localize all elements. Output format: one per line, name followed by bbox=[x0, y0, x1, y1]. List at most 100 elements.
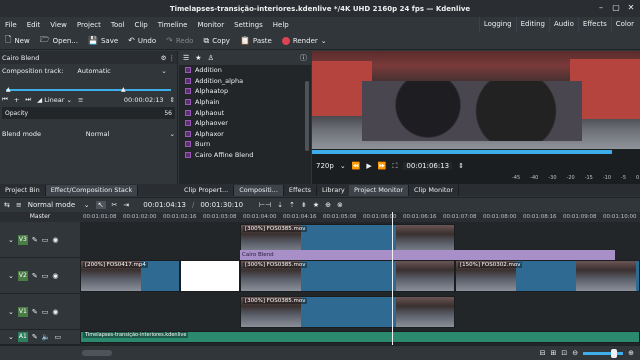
menu-help[interactable]: Help bbox=[268, 21, 294, 29]
keyframe-timecode[interactable]: 00:00:02:13 bbox=[124, 96, 164, 104]
audio-clip[interactable]: Timelapses-transição-interiores.kdenlive bbox=[80, 331, 640, 343]
mute-icon[interactable]: 🔈 bbox=[42, 333, 51, 341]
collapse-icon[interactable]: ⌄ bbox=[8, 236, 14, 244]
add-keyframe-icon[interactable]: + bbox=[14, 96, 19, 104]
tab-compositions[interactable]: Compositi... bbox=[234, 184, 284, 196]
chevron-down-icon[interactable]: ⌄ bbox=[321, 37, 327, 45]
composition-track-select[interactable]: Automatic bbox=[77, 67, 147, 75]
eye-icon[interactable]: ◉ bbox=[52, 236, 58, 244]
keyframe-marker[interactable]: ▲ bbox=[6, 86, 11, 93]
insert-icon[interactable]: ⇣ bbox=[277, 201, 283, 209]
tab-effects[interactable]: Effects bbox=[283, 184, 317, 196]
user-icon[interactable]: ♙ bbox=[208, 54, 214, 62]
timeline-position[interactable]: 00:01:04:13 bbox=[143, 201, 186, 209]
tab-project-bin[interactable]: Project Bin bbox=[0, 184, 46, 196]
snap-icon[interactable]: ⊗ bbox=[337, 201, 343, 209]
copy-button[interactable]: ⧉ Copy bbox=[198, 32, 234, 50]
list-item[interactable]: Alphaxor bbox=[179, 129, 311, 140]
keyframe-marker[interactable]: ▲ bbox=[121, 86, 126, 93]
star-icon[interactable]: ★ bbox=[195, 54, 201, 62]
playhead[interactable] bbox=[392, 212, 393, 345]
edit-mode-icon[interactable]: ≡ bbox=[16, 201, 22, 209]
select-tool-icon[interactable]: ↖ bbox=[95, 201, 106, 209]
redo-button[interactable]: ↷ Redo bbox=[161, 32, 198, 50]
eye-icon[interactable]: ◉ bbox=[52, 308, 58, 316]
tab-effect-stack[interactable]: Effect/Composition Stack bbox=[45, 184, 139, 196]
lock-icon[interactable]: ▭ bbox=[42, 272, 49, 280]
blend-mode-select[interactable]: Normal bbox=[86, 130, 156, 138]
collapse-icon[interactable]: ⌄ bbox=[8, 272, 14, 280]
list-item[interactable]: Alphaatop bbox=[179, 86, 311, 97]
razor-tool-icon[interactable]: ✂ bbox=[112, 201, 118, 209]
menu-project[interactable]: Project bbox=[72, 21, 106, 29]
zoom-handle[interactable] bbox=[611, 348, 618, 358]
previous-keyframe-icon[interactable]: ⏮ bbox=[2, 95, 8, 104]
fullscreen-icon[interactable]: ⛶ bbox=[393, 162, 398, 171]
zoom-select[interactable]: 720p bbox=[316, 162, 334, 170]
open-button[interactable]: 🗁 Open... bbox=[35, 32, 83, 50]
save-button[interactable]: 💾 Save bbox=[83, 32, 123, 50]
view-icon[interactable]: ⊟ bbox=[540, 349, 546, 357]
zoom-out-icon[interactable]: ⊖ bbox=[572, 349, 578, 357]
track-menu-icon[interactable]: ⇆ bbox=[4, 201, 10, 209]
lift-icon[interactable]: ⇡ bbox=[289, 201, 295, 209]
minimize-icon[interactable]: – bbox=[596, 3, 606, 13]
lock-icon[interactable]: ▭ bbox=[54, 333, 61, 341]
fx-icon[interactable]: ✎ bbox=[32, 333, 38, 341]
view-icon[interactable]: ⊞ bbox=[551, 349, 557, 357]
info-icon[interactable]: ⓘ bbox=[300, 53, 307, 63]
render-button[interactable]: Render ⌄ bbox=[277, 32, 332, 50]
chevron-down-icon[interactable]: ⌄ bbox=[84, 201, 90, 209]
eye-icon[interactable]: ◉ bbox=[52, 272, 58, 280]
menu-timeline[interactable]: Timeline bbox=[153, 21, 193, 29]
tab-library[interactable]: Library bbox=[317, 184, 351, 196]
view-icon[interactable]: ⊡ bbox=[561, 349, 567, 357]
fx-icon[interactable]: ✎ bbox=[32, 236, 38, 244]
layout-audio[interactable]: Audio bbox=[549, 17, 578, 32]
keyframe-ruler[interactable]: ▲ ▲ bbox=[6, 79, 171, 93]
paste-button[interactable]: 📋 Paste bbox=[235, 32, 277, 50]
collapse-icon[interactable]: ⌄ bbox=[8, 333, 14, 341]
menu-file[interactable]: File bbox=[0, 21, 22, 29]
spacer-tool-icon[interactable]: ⇥ bbox=[123, 201, 129, 209]
clip[interactable]: [150%] FOS0302.mov bbox=[455, 260, 640, 292]
clip[interactable]: [300%] FOS0385.mov bbox=[240, 296, 455, 328]
tab-project-monitor[interactable]: Project Monitor bbox=[349, 184, 410, 196]
spin-icon[interactable]: ⇕ bbox=[170, 96, 175, 104]
layout-logging[interactable]: Logging bbox=[478, 17, 516, 32]
tab-clip-monitor[interactable]: Clip Monitor bbox=[409, 184, 460, 196]
collapse-icon[interactable]: ⌄ bbox=[8, 308, 14, 316]
list-item[interactable]: Cairo Affine Blend bbox=[179, 150, 311, 161]
extract-icon[interactable]: ⇟ bbox=[301, 201, 307, 209]
chevron-down-icon[interactable]: ⌄ bbox=[170, 130, 175, 138]
track-name[interactable]: V3 bbox=[17, 234, 28, 245]
zoom-slider[interactable] bbox=[583, 348, 624, 358]
opacity-slider[interactable]: Opacity 56 bbox=[2, 107, 175, 119]
interpolation-select[interactable]: ◢ Linear ⌄ bbox=[37, 96, 72, 104]
undo-button[interactable]: ↶ Undo bbox=[123, 32, 161, 50]
rewind-icon[interactable]: ⏪ bbox=[352, 162, 361, 170]
list-item[interactable]: Addition bbox=[179, 65, 311, 76]
menu-edit[interactable]: Edit bbox=[22, 21, 46, 29]
layout-editing[interactable]: Editing bbox=[515, 17, 549, 32]
timeline-ruler[interactable]: 00:01:01:08 00:01:02:00 00:01:02:16 00:0… bbox=[80, 212, 640, 222]
menu-icon[interactable]: ≡ bbox=[78, 96, 83, 104]
layout-effects[interactable]: Effects bbox=[577, 17, 611, 32]
edit-mode-select[interactable]: Normal mode bbox=[28, 201, 78, 209]
list-item[interactable]: Alphaout bbox=[179, 107, 311, 118]
monitor-timecode[interactable]: 00:01:06:13 bbox=[403, 162, 453, 170]
chevron-down-icon[interactable]: ⌄ bbox=[161, 67, 166, 75]
overwrite-icon[interactable]: ⊢⊣ bbox=[259, 201, 271, 209]
zoom-in-icon[interactable]: ⊕ bbox=[628, 349, 634, 357]
star-icon[interactable]: ★ bbox=[313, 201, 319, 209]
fx-icon[interactable]: ✎ bbox=[32, 272, 38, 280]
list-item[interactable]: Burn bbox=[179, 139, 311, 150]
list-item[interactable]: Alphain bbox=[179, 97, 311, 108]
next-keyframe-icon[interactable]: ⏭ bbox=[25, 95, 31, 104]
menu-monitor[interactable]: Monitor bbox=[192, 21, 229, 29]
list-icon[interactable]: ☰ bbox=[183, 54, 189, 62]
tab-clip-properties[interactable]: Clip Propert... bbox=[179, 184, 235, 196]
menu-settings[interactable]: Settings bbox=[229, 21, 268, 29]
track-name[interactable]: V1 bbox=[17, 306, 28, 317]
monitor-seek-bar[interactable] bbox=[312, 150, 612, 154]
